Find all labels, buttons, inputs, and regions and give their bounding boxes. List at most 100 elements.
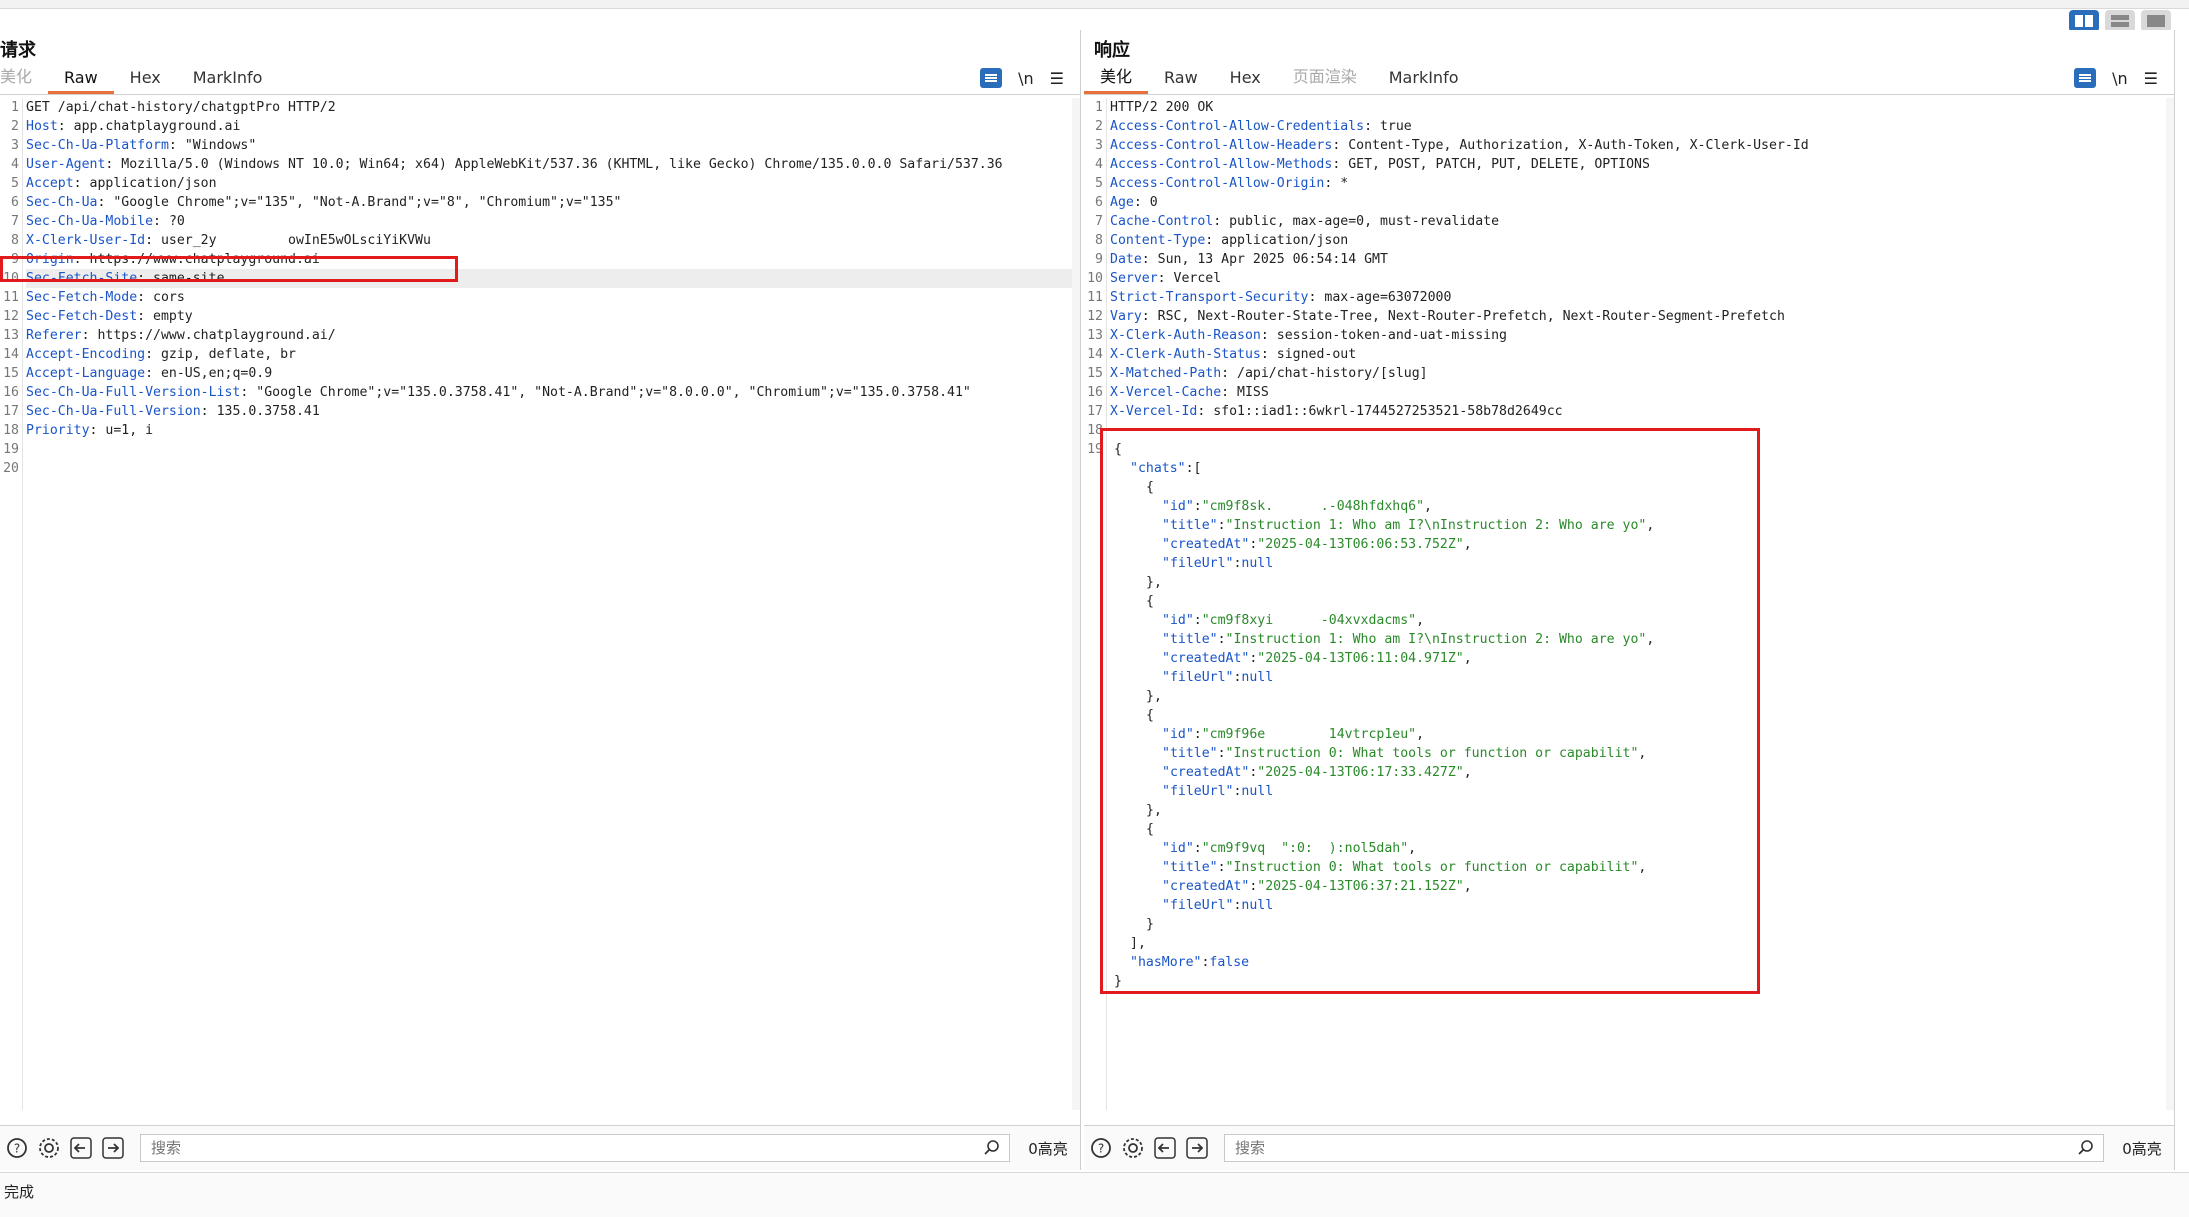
response-search-input[interactable] (1233, 1138, 2077, 1158)
header-key: Sec-Fetch-Mode (26, 290, 138, 305)
header-key: Accept-Encoding (26, 347, 146, 362)
header-value: session-token-and-uat-missing (1276, 328, 1507, 343)
response-header-line: X-Vercel-Cache: MISS (1110, 385, 1269, 400)
gear-icon[interactable] (36, 1135, 62, 1161)
layout-horizontal-button[interactable] (2105, 10, 2135, 32)
request-tab-hex[interactable]: Hex (114, 68, 177, 94)
response-editor[interactable]: 1 2 3 4 5 6 7 8 9 10 11 12 13 14 15 16 17 18 19 HTTP/2 200… (1084, 98, 2174, 1110)
json-punct: ], (1130, 936, 1146, 951)
json-line: "title":"Instruction 1: Who am I?\nInstr… (1110, 516, 2174, 535)
header-key: X-Clerk-Auth-Reason (1110, 328, 1261, 343)
wrap-icon[interactable] (2074, 68, 2097, 88)
request-search-input[interactable] (149, 1138, 983, 1158)
search-icon[interactable] (983, 1139, 1001, 1157)
header-value: application/json (1221, 233, 1349, 248)
help-icon[interactable]: ? (1088, 1135, 1114, 1161)
arrow-left-icon[interactable] (1152, 1135, 1178, 1161)
json-punct: : (1193, 727, 1202, 742)
line-number: 2 (1095, 119, 1103, 134)
line-number: 8 (1095, 233, 1103, 248)
help-icon[interactable]: ? (4, 1135, 30, 1161)
header-key: X-Matched-Path (1110, 366, 1222, 381)
search-icon[interactable] (2077, 1139, 2095, 1157)
response-header-line: Access-Control-Allow-Headers: Content-Ty… (1110, 138, 1809, 153)
request-line: Sec-Fetch-Site: same-site (26, 269, 1080, 288)
response-header-line: X-Clerk-Auth-Status: signed-out (1110, 347, 1357, 362)
header-key: X-Clerk-User-Id (26, 233, 146, 248)
arrow-left-icon[interactable] (68, 1135, 94, 1161)
response-scrollbar[interactable] (2166, 98, 2174, 1110)
request-tab-markinfo[interactable]: MarkInfo (177, 68, 279, 94)
status-text: 完成 (4, 1183, 35, 1201)
json-line: "hasMore":false (1110, 953, 2174, 972)
request-editor[interactable]: 1 2 3 4 5 6 7 8 9 10 11 12 13 14 15 16 17 18 19 20 GET /api… (0, 98, 1080, 1110)
header-key: Date (1110, 252, 1142, 267)
request-tabs: 美化 Raw Hex MarkInfo (0, 66, 1080, 95)
line-number: 1 (1095, 100, 1103, 115)
header-value: application/json (89, 176, 217, 191)
line-number: 16 (1087, 385, 1103, 400)
request-lines: GET /api/chat-history/chatgptPro HTTP/2 H… (26, 98, 1080, 478)
header-value: app.chatplayground.ai (73, 119, 241, 134)
gear-icon[interactable] (1120, 1135, 1146, 1161)
json-string: "cm9f9vq ":0: ):nol5dah" (1201, 841, 1409, 856)
header-value: en-US,en;q=0.9 (160, 366, 273, 381)
response-header-line: Date: Sun, 13 Apr 2025 06:54:14 GMT (1110, 252, 1388, 267)
response-highlight-count: 0高亮 (2122, 1139, 2162, 1158)
line-number: 11 (3, 290, 19, 305)
layout-single-button[interactable] (2141, 10, 2171, 32)
json-line: "id":"cm9f9vq ":0: ):nol5dah", (1110, 839, 2174, 858)
json-punct: : (1193, 841, 1202, 856)
json-key: "fileUrl" (1162, 670, 1234, 685)
json-line: "id":"cm9f96e 14vtrcp1eu", (1110, 725, 2174, 744)
line-number: 4 (1095, 157, 1103, 172)
menu-icon[interactable]: ☰ (2144, 69, 2158, 88)
json-string: "Instruction 1: Who am I?\nInstruction 2… (1225, 632, 1647, 647)
json-punct: } (1114, 974, 1122, 989)
request-tab-beautify[interactable]: 美化 (0, 63, 48, 94)
json-string: "cm9f8xyi -04xvxdacms" (1201, 613, 1417, 628)
response-tab-markinfo[interactable]: MarkInfo (1373, 68, 1475, 94)
arrow-right-icon[interactable] (1184, 1135, 1210, 1161)
response-header-line: Server: Vercel (1110, 271, 1222, 286)
json-punct: : (1193, 613, 1202, 628)
json-line: } (1110, 915, 2174, 934)
header-value: RSC, Next-Router-State-Tree, Next-Router… (1157, 309, 1785, 324)
layout-split-button[interactable] (2069, 10, 2099, 32)
line-number: 19 (1087, 442, 1103, 457)
newline-toggle[interactable]: \n (2112, 69, 2128, 88)
header-value: sfo1::iad1::6wkrl-1744527253521-58b78d26… (1213, 404, 1563, 419)
json-punct: : (1217, 632, 1226, 647)
header-key: Accept (26, 176, 74, 191)
response-header-line: Cache-Control: public, max-age=0, must-r… (1110, 214, 1500, 229)
response-tab-beautify[interactable]: 美化 (1084, 63, 1149, 94)
request-line: Sec-Fetch-Mode: cors (26, 290, 185, 305)
response-search-field[interactable] (1224, 1134, 2104, 1162)
json-line: { (1110, 706, 2174, 725)
response-tab-hex[interactable]: Hex (1214, 68, 1277, 94)
wrap-icon[interactable] (980, 68, 1003, 88)
json-line: "fileUrl":null (1110, 668, 2174, 687)
request-search-field[interactable] (140, 1134, 1010, 1162)
header-value: cors (153, 290, 185, 305)
arrow-right-icon[interactable] (100, 1135, 126, 1161)
line-number: 11 (1087, 290, 1103, 305)
request-line (26, 440, 1080, 459)
line-number: 9 (11, 252, 19, 267)
json-key: "createdAt" (1162, 537, 1250, 552)
header-value: "Windows" (184, 138, 257, 153)
header-key: Access-Control-Allow-Headers (1110, 138, 1333, 153)
newline-toggle[interactable]: \n (1018, 69, 1034, 88)
json-key: "title" (1162, 746, 1218, 761)
request-tab-raw[interactable]: Raw (48, 68, 114, 94)
json-line: { (1110, 478, 2174, 497)
json-line: { (1110, 820, 2174, 839)
response-tab-raw[interactable]: Raw (1148, 68, 1214, 94)
json-punct: , (1463, 537, 1472, 552)
json-line: { (1110, 440, 2174, 459)
response-tab-render[interactable]: 页面渲染 (1277, 63, 1373, 94)
menu-icon[interactable]: ☰ (1050, 69, 1064, 88)
header-value: MISS (1237, 385, 1269, 400)
json-punct: , (1424, 499, 1432, 514)
request-scrollbar[interactable] (1072, 98, 1080, 1110)
